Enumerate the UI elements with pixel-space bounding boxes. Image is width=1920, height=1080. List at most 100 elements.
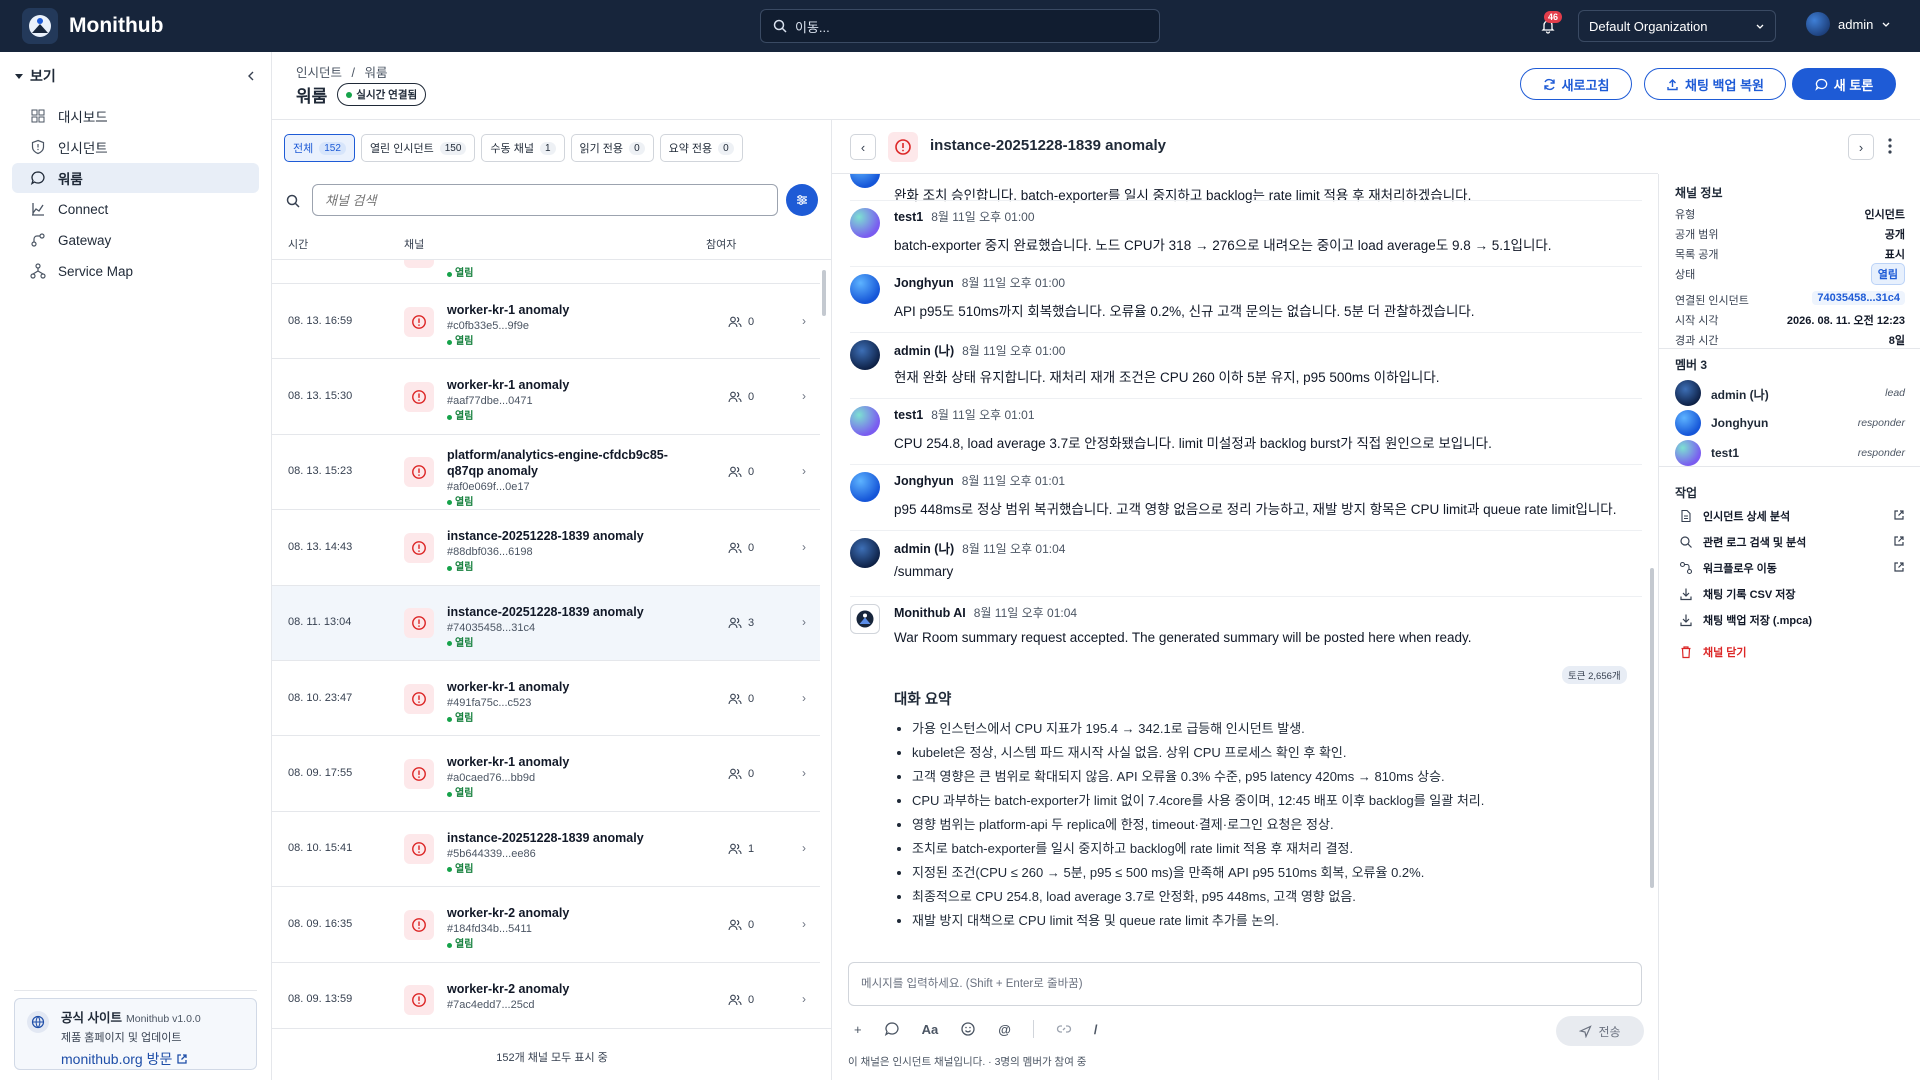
breadcrumb-separator: / bbox=[351, 66, 355, 80]
back-button[interactable]: ‹ bbox=[850, 134, 876, 160]
chat-scrollbar[interactable] bbox=[1650, 568, 1654, 888]
channel-row[interactable]: 08. 13. 15:23 platform/analytics-engine-… bbox=[272, 435, 820, 511]
channel-row[interactable]: 08. 10. 23:47 worker-kr-1 anomaly #491fa… bbox=[272, 661, 820, 737]
action-item[interactable]: 채널 닫기 bbox=[1679, 642, 1905, 662]
send-button[interactable]: 전송 bbox=[1556, 1016, 1644, 1046]
action-item[interactable]: 인시던트 상세 분석 bbox=[1679, 506, 1905, 526]
channel-list-scrollbar[interactable] bbox=[822, 270, 826, 316]
sidebar-item-service-map[interactable]: Service Map bbox=[12, 256, 259, 286]
channel-name-text: instance-20251228-1839 anomaly bbox=[447, 830, 644, 845]
channel-row[interactable]: 08. 13. 15:30 worker-kr-1 anomaly #aaf77… bbox=[272, 359, 820, 435]
action-label: 채팅 백업 저장 (.mpca) bbox=[1703, 615, 1813, 627]
action-item[interactable]: 관련 로그 검색 및 분석 bbox=[1679, 532, 1905, 552]
breadcrumb: 인시던트 / 워룸 bbox=[296, 62, 387, 81]
message-input[interactable]: 메시지를 입력하세요. (Shift + Enter로 줄바꿈) bbox=[848, 962, 1642, 1006]
channel-time: 08. 13. 14:43 bbox=[288, 540, 353, 553]
member-count-value: 0 bbox=[748, 466, 755, 479]
page-header: 인시던트 / 워룸 워룸 실시간 연결됨 새로고침 채팅 백업 복원 새 토론 bbox=[272, 52, 1920, 120]
restore-backup-button[interactable]: 채팅 백업 복원 bbox=[1644, 68, 1786, 100]
logo-icon bbox=[22, 8, 58, 44]
attach-button[interactable]: + bbox=[854, 1022, 862, 1037]
author-name: admin (나) bbox=[894, 542, 955, 556]
users-icon bbox=[728, 768, 742, 780]
next-button[interactable]: › bbox=[1848, 134, 1874, 160]
filter-readonly[interactable]: 읽기 전용 0 bbox=[570, 134, 654, 162]
status-open: 열림 bbox=[447, 711, 677, 727]
message-time: 8월 11일 오후 01:04 bbox=[973, 606, 1078, 620]
channel-id: #5b644339...ee86 bbox=[447, 847, 536, 860]
status-label: 열림 bbox=[455, 336, 474, 347]
channel-row[interactable]: 08. 10. 15:41 instance-20251228-1839 ano… bbox=[272, 812, 820, 888]
summary-item: 지정된 조건(CPU ≤ 260 → 5분, p95 ≤ 500 ms)을 만족… bbox=[912, 861, 1484, 885]
channel-row[interactable]: 08. 13. 16:59 worker-kr-1 anomaly #c0fb3… bbox=[272, 284, 820, 360]
sidebar-item-warroom[interactable]: 워룸 bbox=[12, 163, 259, 193]
avatar[interactable] bbox=[850, 406, 880, 436]
filter-manual[interactable]: 수동 채널 1 bbox=[481, 134, 565, 162]
channel-search-input[interactable] bbox=[312, 184, 778, 216]
info-field: 공개 범위 공개 bbox=[1675, 226, 1905, 242]
upload-icon bbox=[1667, 78, 1678, 90]
status-label: 열림 bbox=[455, 863, 474, 875]
sidebar-item-incidents[interactable]: 인시던트 bbox=[12, 132, 259, 162]
status-dot bbox=[447, 791, 452, 797]
slash-command-button[interactable]: / bbox=[1094, 1022, 1098, 1037]
filter-summary-only[interactable]: 요약 전용 0 bbox=[659, 134, 743, 162]
column-channel[interactable]: 채널 bbox=[404, 236, 424, 252]
sidebar-item-connect[interactable]: Connect bbox=[12, 194, 259, 224]
user-menu[interactable]: admin bbox=[1806, 12, 1891, 36]
avatar[interactable] bbox=[850, 208, 880, 238]
filter-all[interactable]: 전체 152 bbox=[284, 134, 355, 162]
new-discussion-button[interactable]: 새 토론 bbox=[1792, 68, 1896, 100]
channel-row[interactable]: 08. 09. 13:59 worker-kr-2 anomaly #7ac4e… bbox=[272, 963, 820, 1028]
official-site-card[interactable]: 공식 사이트 Monithub v1.0.0 제품 홈페이지 및 업데이트 mon… bbox=[14, 998, 257, 1070]
avatar[interactable] bbox=[850, 340, 880, 370]
filter-label: 수동 채널 bbox=[490, 143, 534, 155]
ai-avatar[interactable] bbox=[850, 604, 880, 634]
sidebar-item-dashboard[interactable]: 대시보드 bbox=[12, 101, 259, 131]
chevron-right-icon: › bbox=[802, 690, 806, 705]
advanced-filter-button[interactable] bbox=[786, 184, 818, 216]
channel-row[interactable]: 08. 11. 13:04 instance-20251228-1839 ano… bbox=[272, 585, 820, 661]
incident-icon bbox=[404, 683, 434, 714]
official-site-link[interactable]: monithub.org 방문 bbox=[61, 1049, 246, 1069]
ai-logo-icon bbox=[856, 610, 874, 628]
avatar[interactable] bbox=[850, 274, 880, 304]
member-item[interactable]: admin (나) lead bbox=[1675, 380, 1905, 406]
action-item[interactable]: 채팅 기록 CSV 저장 bbox=[1679, 584, 1905, 604]
org-select[interactable]: Default Organization bbox=[1578, 10, 1776, 42]
app-logo[interactable]: Monithub bbox=[22, 8, 322, 44]
format-button[interactable]: Aa bbox=[922, 1022, 939, 1037]
refresh-button[interactable]: 새로고침 bbox=[1520, 68, 1632, 100]
sidebar-item-gateway[interactable]: Gateway bbox=[12, 225, 259, 255]
action-item[interactable]: 워크플로우 이동 bbox=[1679, 558, 1905, 578]
column-time[interactable]: 시간 bbox=[288, 236, 308, 252]
info-field-value[interactable]: 74035458...31c4 bbox=[1812, 291, 1905, 305]
author-name: test1 bbox=[894, 210, 924, 224]
channel-row[interactable]: 08. 09. 16:35 worker-kr-2 anomaly #184fd… bbox=[272, 887, 820, 963]
emoji-icon[interactable] bbox=[960, 1021, 976, 1037]
breadcrumb-incidents[interactable]: 인시던트 bbox=[296, 66, 342, 80]
avatar[interactable] bbox=[850, 472, 880, 502]
member-count-value: 0 bbox=[748, 315, 755, 328]
avatar[interactable] bbox=[850, 538, 880, 568]
channel-row[interactable]: 08. 09. 17:55 worker-kr-1 anomaly #a0cae… bbox=[272, 736, 820, 812]
filter-open-incidents[interactable]: 열린 인시던트 150 bbox=[360, 134, 476, 162]
sidebar-section-toggle[interactable]: 보기 bbox=[14, 66, 56, 86]
member-item[interactable]: test1 responder bbox=[1675, 440, 1905, 466]
more-options-icon[interactable] bbox=[1880, 136, 1900, 156]
channel-name-text: instance-20251228-1839 anomaly bbox=[447, 604, 644, 619]
thread-icon[interactable] bbox=[884, 1021, 900, 1037]
mention-button[interactable]: @ bbox=[998, 1022, 1011, 1037]
member-item[interactable]: Jonghyun responder bbox=[1675, 410, 1905, 436]
collapse-sidebar-icon[interactable] bbox=[245, 70, 257, 82]
channel-name: instance-20251228-1839 anomaly #88dbf036… bbox=[447, 528, 677, 576]
column-members[interactable]: 참여자 bbox=[706, 236, 736, 252]
users-icon bbox=[728, 617, 742, 629]
global-search[interactable]: 이동... bbox=[760, 9, 1160, 43]
channel-row-partial[interactable]: 열림 bbox=[272, 260, 820, 284]
channel-row[interactable]: 08. 13. 14:43 instance-20251228-1839 ano… bbox=[272, 510, 820, 586]
incident-icon bbox=[404, 608, 434, 639]
action-item[interactable]: 채팅 백업 저장 (.mpca) bbox=[1679, 610, 1905, 630]
link-icon[interactable] bbox=[1056, 1021, 1072, 1037]
message-time: 8월 11일 오후 01:01 bbox=[961, 474, 1066, 488]
